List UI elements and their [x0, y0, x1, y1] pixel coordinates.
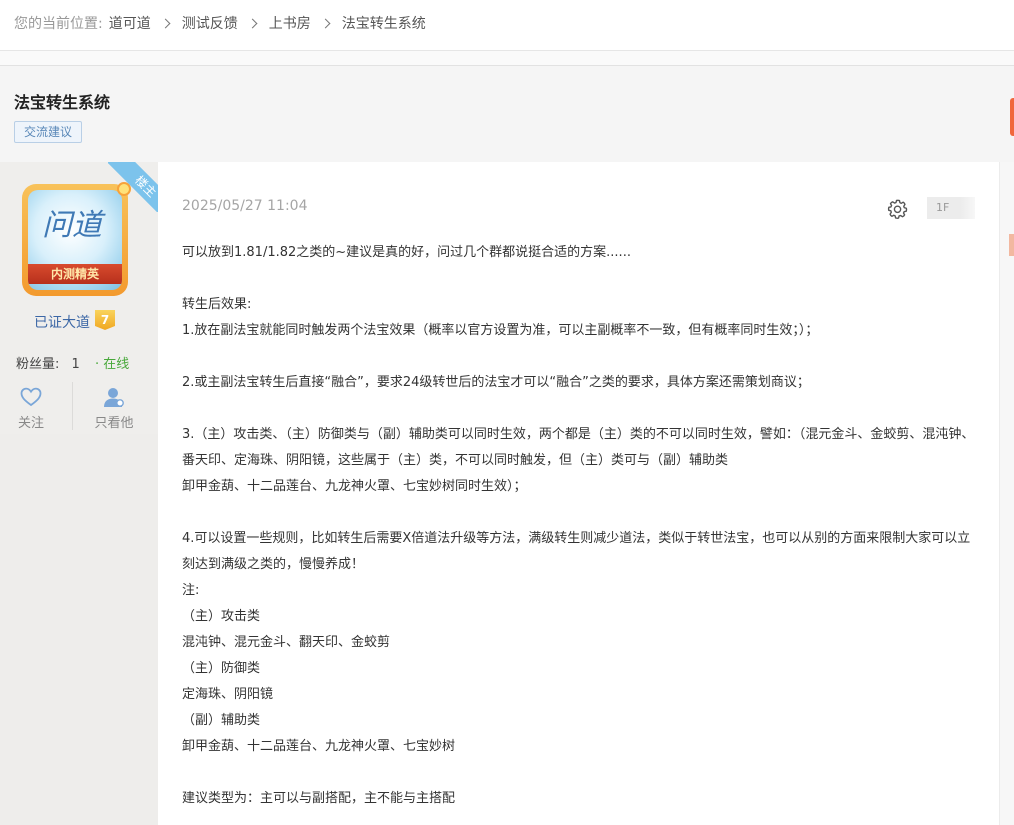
post-paragraph: （主）防御类 [182, 661, 261, 676]
avatar[interactable]: 问道 内测精英 [22, 182, 131, 296]
breadcrumb-bar: 您的当前位置: 道可道 测试反馈 上书房 法宝转生系统 [0, 0, 1014, 50]
post-paragraph [182, 760, 978, 786]
post-paragraph: （主）攻击类 [182, 609, 261, 624]
post-paragraph: （副）辅助类 [182, 713, 261, 728]
post-paragraph: 4.可以设置一些规则，比如转生后需要X倍道法升级等方法，满级转生则减少道法，类似… [182, 531, 971, 572]
follow-label: 关注 [17, 416, 44, 431]
post-paragraph [182, 396, 978, 422]
only-author-label: 只看他 [94, 416, 134, 431]
star-icon [117, 182, 131, 196]
action-divider [72, 382, 73, 430]
post-paragraph: 注: [182, 583, 200, 598]
floating-side-tab[interactable] [1010, 98, 1014, 136]
fans-label: 粉丝量: [16, 357, 60, 372]
breadcrumb-item-forum[interactable]: 上书房 [269, 13, 311, 33]
post-paragraph: 定海珠、阴阳镜 [182, 687, 274, 702]
post-paragraph: 3.（主）攻击类、（主）防御类与（副）辅助类可以同时生效，两个都是（主）类的不可… [182, 427, 975, 468]
post-paragraph [182, 266, 978, 292]
post-paragraph: 2.或主副法宝转生后直接“融合”，要求24级转世后的法宝才可以“融合”之类的要求… [182, 375, 810, 390]
chevron-right-icon [160, 18, 171, 28]
post-paragraph: 混沌钟、混元金斗、翻天印、金蛟剪 [182, 635, 391, 650]
post-paragraph: 1.放在副法宝就能同时触发两个法宝效果（概率以官方设置为准，可以主副概率不一致，… [182, 323, 819, 338]
header-divider [0, 50, 1014, 66]
online-status: · 在线 [95, 357, 130, 372]
breadcrumb-lead: 您的当前位置: [14, 16, 103, 32]
gear-icon[interactable] [887, 198, 909, 220]
post-paragraph: 可以放到1.81/1.82之类的~建议是真的好，问过几个群都说挺合适的方案...… [182, 245, 631, 260]
author-name[interactable]: 已证大道 [34, 312, 90, 332]
thread-title: 法宝转生系统 [14, 93, 111, 112]
user-icon [104, 388, 124, 407]
fans-value: 1 [71, 357, 80, 372]
heart-outline-icon [20, 387, 42, 407]
chevron-right-icon [247, 18, 258, 28]
post-paragraph: 转生后效果: [182, 297, 252, 312]
post-paragraph [182, 500, 978, 526]
post-datetime: 2025/05/27 11:04 [182, 198, 308, 214]
post-content-area: 2025/05/27 11:04 1F 可以放到1.81/1.82之类的~建议是… [158, 162, 999, 825]
post-paragraph [182, 344, 978, 370]
side-indicator [1009, 234, 1014, 256]
floor-number: 1F [927, 197, 975, 219]
right-rail [999, 162, 1014, 825]
post-paragraph: 建议类型为：主可以与副搭配，主不能与主搭配 [182, 791, 456, 806]
follow-button[interactable]: 关注 [1, 386, 61, 431]
chevron-right-icon [320, 18, 331, 28]
post-body: 可以放到1.81/1.82之类的~建议是真的好，问过几个群都说挺合适的方案...… [182, 240, 978, 812]
level-badge: 7 [95, 310, 115, 330]
post-paragraph: 卸甲金葫、十二品莲台、九龙神火罩、七宝妙树同时生效）； [182, 479, 527, 494]
fans-count: 粉丝量: 1 [16, 353, 80, 372]
avatar-frame-ribbon: 内测精英 [28, 264, 122, 284]
author-panel: 楼主 问道 内测精英 已证大道 7 粉丝量: 1 · 在线 关注 只看他 [0, 162, 158, 825]
thread-category-tag[interactable]: 交流建议 [14, 121, 83, 143]
post-paragraph: 卸甲金葫、十二品莲台、九龙神火罩、七宝妙树 [182, 739, 456, 754]
breadcrumb-item-feedback[interactable]: 测试反馈 [182, 13, 238, 33]
only-author-button[interactable]: 只看他 [84, 386, 144, 431]
breadcrumb-item-current: 法宝转生系统 [341, 16, 426, 32]
avatar-logo-text: 问道 [42, 208, 102, 243]
avatar-image: 问道 内测精英 [28, 190, 122, 290]
breadcrumb: 您的当前位置: 道可道 测试反馈 上书房 法宝转生系统 [14, 13, 426, 33]
breadcrumb-item-home[interactable]: 道可道 [109, 13, 151, 33]
thread-header: 法宝转生系统 交流建议 [0, 66, 1014, 162]
